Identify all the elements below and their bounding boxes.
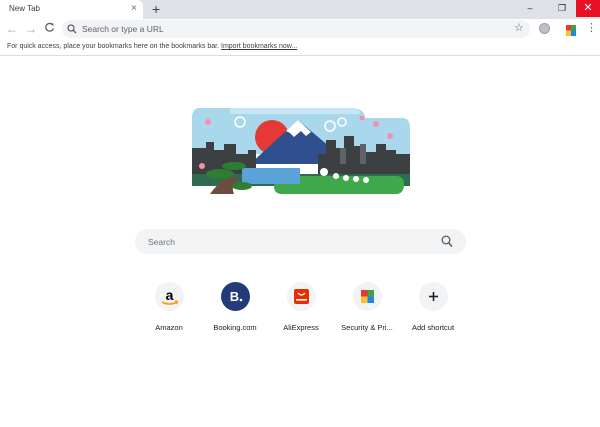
back-arrow-icon[interactable]: ←	[6, 22, 18, 36]
shortcut-security-privacy[interactable]: Security & Pri...	[334, 282, 400, 336]
add-shortcut-button[interactable]: Add shortcut	[400, 282, 466, 336]
shortcut-label: Amazon	[155, 323, 183, 332]
window-minimize-button[interactable]: –	[518, 0, 542, 17]
tab-new-tab[interactable]: New Tab ×	[0, 0, 143, 19]
window-maximize-button[interactable]: ❐	[550, 0, 574, 17]
tab-title: New Tab	[9, 4, 40, 13]
bookmark-star-icon[interactable]: ☆	[514, 22, 524, 34]
title-bar: New Tab × + – ❐ ✕	[0, 0, 600, 19]
omnibox[interactable]: Search or type a URL ☆	[62, 20, 530, 38]
security-icon	[353, 282, 382, 311]
search-icon[interactable]	[441, 235, 453, 248]
ntp-search-placeholder: Search	[148, 237, 175, 247]
bookmarks-bar-text: For quick access, place your bookmarks h…	[7, 43, 221, 50]
plus-icon	[419, 282, 448, 311]
booking-icon: B	[221, 282, 250, 311]
search-icon	[67, 22, 77, 34]
shortcut-label: AliExpress	[283, 323, 319, 332]
new-tab-button[interactable]: +	[152, 1, 160, 17]
tab-close-icon[interactable]: ×	[131, 3, 137, 15]
shortcut-label: Security & Pri...	[341, 323, 393, 332]
shortcut-booking[interactable]: B Booking.com	[202, 282, 268, 336]
profile-avatar[interactable]	[539, 23, 550, 34]
shortcut-amazon[interactable]: a Amazon	[136, 282, 202, 336]
forward-arrow-icon[interactable]: →	[25, 22, 37, 36]
menu-icon[interactable]: ⋮	[586, 21, 597, 35]
bookmarks-bar-message: For quick access, place your bookmarks h…	[7, 43, 297, 50]
amazon-icon: a	[155, 282, 184, 311]
shortcut-label: Add shortcut	[411, 323, 455, 332]
window-close-button[interactable]: ✕	[576, 0, 600, 17]
import-bookmarks-link[interactable]: Import bookmarks now...	[221, 43, 297, 50]
svg-text:a: a	[166, 287, 174, 303]
svg-text:B: B	[230, 289, 239, 304]
omnibox-placeholder: Search or type a URL	[82, 24, 164, 34]
browser-toolbar: ← → Search or type a URL ☆ ⋮	[0, 19, 600, 40]
shortcut-label: Booking.com	[213, 323, 257, 332]
ntp-search-box[interactable]: Search	[135, 229, 466, 254]
aliexpress-icon	[287, 282, 316, 311]
extension-icon[interactable]	[566, 23, 576, 36]
shortcut-aliexpress[interactable]: AliExpress	[268, 282, 334, 336]
bookmarks-bar: For quick access, place your bookmarks h…	[0, 40, 600, 56]
reload-icon[interactable]	[44, 22, 55, 36]
doodle-illustration[interactable]	[190, 104, 412, 198]
